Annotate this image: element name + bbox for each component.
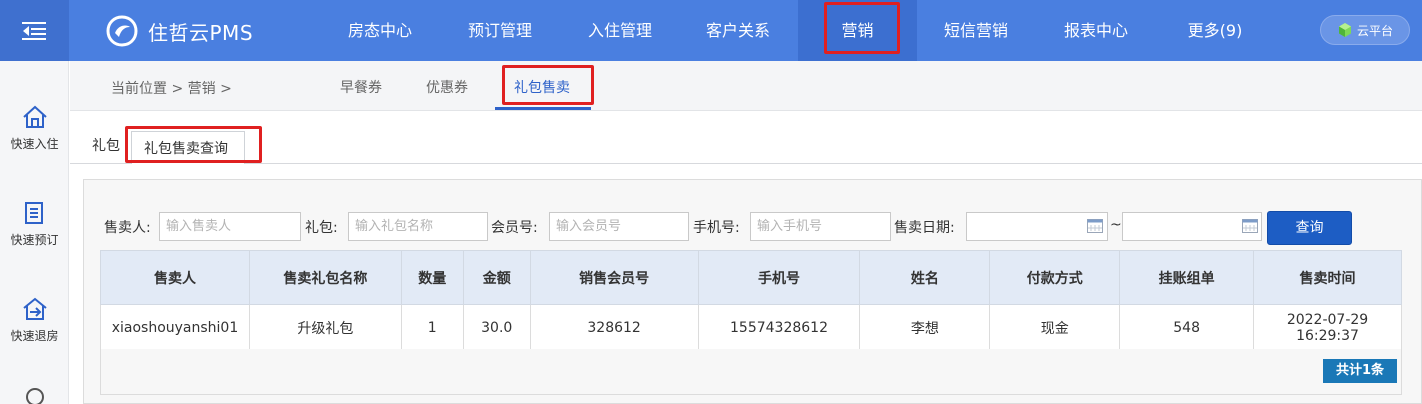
table-footer [100,349,1402,395]
member-number-input[interactable] [549,212,689,241]
phone-input[interactable] [750,212,891,241]
logo-icon [106,15,138,47]
nav-reports[interactable]: 报表中心 [1046,0,1146,61]
phone-label: 手机号: [693,220,740,236]
cube-icon [1338,23,1351,37]
nav-customer[interactable]: 客户关系 [688,0,788,61]
quick-checkin-label: 快速入住 [10,137,59,151]
subtab-discount-coupon[interactable]: 优惠券 [426,77,468,97]
member-label: 会员号: [491,220,538,236]
tab-query-highlight [125,126,262,163]
quick-checkin-button[interactable]: 快速入住 [0,105,69,152]
quick-booking-label: 快速预订 [10,233,59,247]
breadcrumb-bar: 当前位置 > 营销 > 早餐券 优惠券 礼包售卖 [70,61,1422,111]
nav-checkin[interactable]: 入住管理 [570,0,670,61]
tab-bar: 礼包 礼包售卖查询 [70,111,1422,164]
column-header[interactable]: 销售会员号 [529,250,699,305]
calendar-icon[interactable] [1242,218,1258,233]
total-count-badge: 共计1条 [1323,359,1397,383]
column-header[interactable]: 售卖人 [100,250,250,305]
sales-table: 售卖人 售卖礼包名称 数量 金额 销售会员号 手机号 姓名 付款方式 挂账组单 … [100,250,1402,351]
package-name-input[interactable] [348,212,488,241]
nav-marketing-highlight [824,2,900,54]
table-row[interactable]: xiaoshouyanshi01 升级礼包 1 30.0 328612 1557… [100,304,1402,351]
seller-label: 售卖人: [104,220,151,236]
quick-checkout-label: 快速退房 [10,329,59,343]
seller-input[interactable] [159,212,301,241]
query-button[interactable]: 查询 [1267,211,1352,245]
calendar-icon[interactable] [1087,218,1103,233]
sale-date-label: 售卖日期: [894,220,955,236]
top-bar: 住哲云PMS 房态中心 预订管理 入住管理 客户关系 营销 短信营销 报表中心 … [0,0,1422,61]
package-label: 礼包: [305,220,338,236]
breadcrumb: 当前位置 > 营销 > [111,81,232,97]
column-header[interactable]: 售卖时间 [1253,250,1402,305]
cell-ledger-group: 548 [1119,304,1255,351]
circle-icon [25,388,44,404]
more-shortcut[interactable] [0,387,69,404]
nav-sms-marketing[interactable]: 短信营销 [926,0,1026,61]
menu-collapse-icon [21,21,46,40]
column-header[interactable]: 售卖礼包名称 [248,250,402,305]
column-header[interactable]: 挂账组单 [1119,250,1255,305]
nav-more[interactable]: 更多(9) [1165,0,1265,61]
column-header[interactable]: 数量 [400,250,464,305]
home-icon [22,105,47,128]
nav-reservation[interactable]: 预订管理 [450,0,550,61]
subtab-breakfast-coupon[interactable]: 早餐券 [340,77,382,97]
cell-member-number: 328612 [529,304,699,351]
tab-package[interactable]: 礼包 [92,135,120,155]
sale-date-end-input[interactable] [1122,212,1262,241]
quick-checkout-button[interactable]: 快速退房 [0,297,69,344]
column-header[interactable]: 手机号 [697,250,861,305]
date-range-separator: ~ [1110,217,1122,233]
checkout-icon [22,297,47,320]
quick-sidebar: 快速入住 快速预订 快速退房 [0,61,69,404]
cell-sale-time: 2022-07-29 16:29:37 [1253,304,1402,351]
subtab-active-indicator [495,107,591,110]
subtab-package-sale-highlight [502,65,594,105]
column-header[interactable]: 金额 [462,250,531,305]
cell-package-name: 升级礼包 [248,304,402,351]
menu-toggle-button[interactable] [0,0,69,61]
column-header[interactable]: 付款方式 [989,250,1121,305]
cell-payment-method: 现金 [989,304,1121,351]
brand-logo[interactable]: 住哲云PMS [106,14,253,48]
cloud-platform-label: 云平台 [1356,23,1393,38]
cell-seller: xiaoshouyanshi01 [100,304,250,351]
cell-amount: 30.0 [462,304,531,351]
quick-booking-button[interactable]: 快速预订 [0,201,69,248]
table-header-row: 售卖人 售卖礼包名称 数量 金额 销售会员号 手机号 姓名 付款方式 挂账组单 … [100,250,1402,305]
brand-name: 住哲云PMS [148,20,254,45]
cell-quantity: 1 [400,304,464,351]
cell-name: 李想 [859,304,991,351]
column-header[interactable]: 姓名 [859,250,991,305]
nav-room-status[interactable]: 房态中心 [330,0,430,61]
booking-list-icon [24,202,43,224]
cloud-platform-button[interactable]: 云平台 [1320,15,1410,45]
cell-phone: 15574328612 [697,304,861,351]
